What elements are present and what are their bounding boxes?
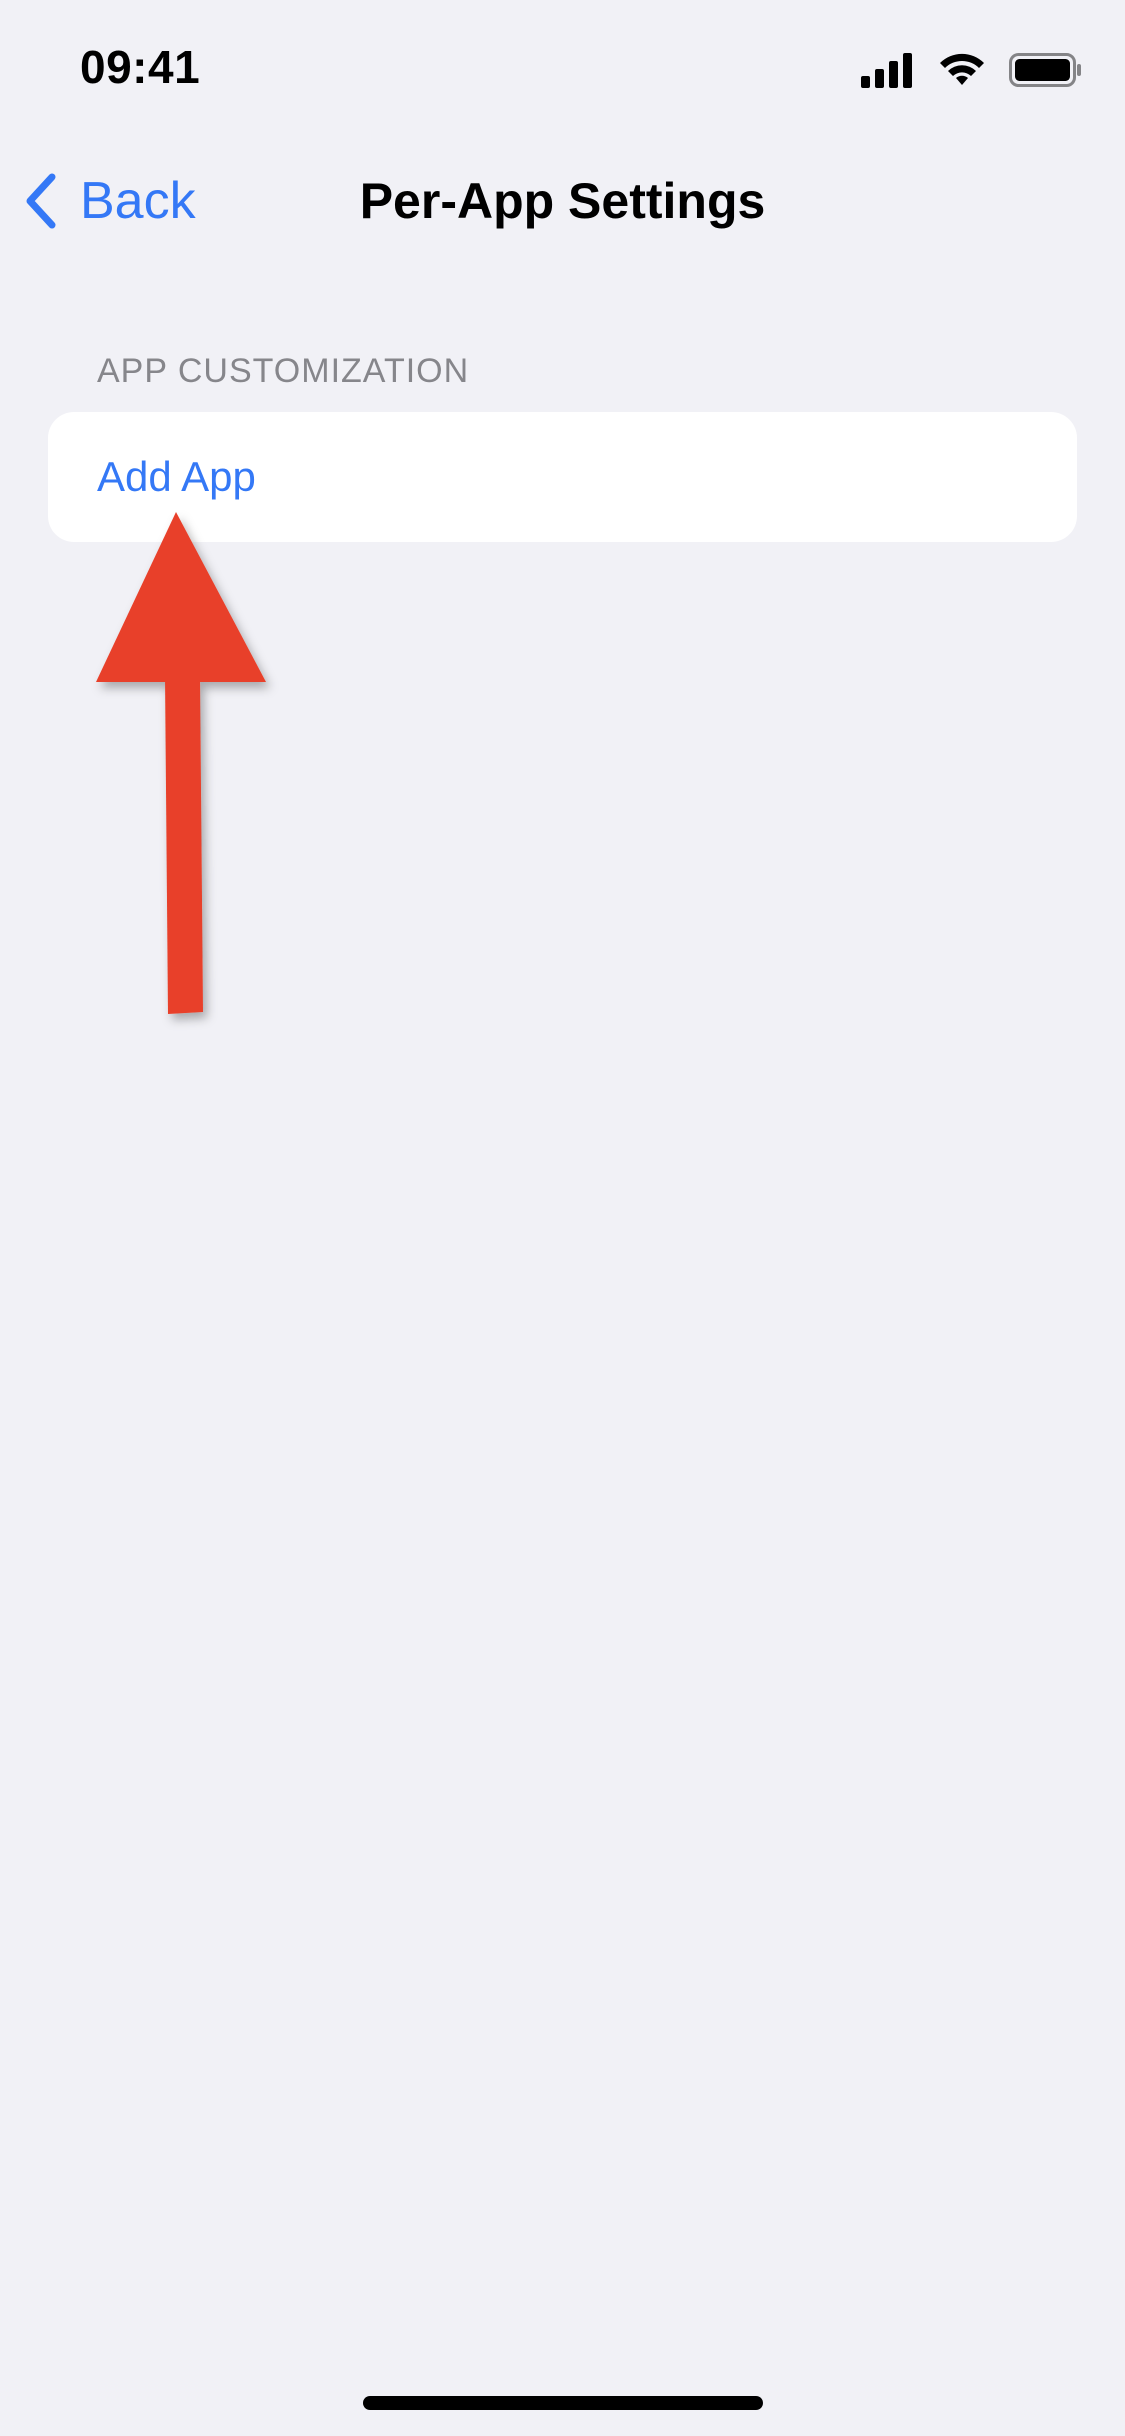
add-app-label: Add App — [97, 453, 256, 500]
section-header: APP CUSTOMIZATION — [97, 352, 470, 390]
status-icons — [859, 50, 1083, 90]
screen: 09:41 Back Per-App Settings APP CUSTOMIZ… — [0, 0, 1125, 2436]
home-indicator[interactable] — [363, 2396, 763, 2410]
cellular-signal-icon — [861, 53, 912, 88]
battery-icon — [1009, 53, 1081, 87]
page-title: Per-App Settings — [359, 173, 766, 229]
status-time: 09:41 — [80, 41, 201, 93]
navigation-bar: Back Per-App Settings — [0, 150, 1125, 250]
status-bar: 09:41 — [0, 0, 1125, 140]
add-app-button[interactable]: Add App — [48, 412, 1077, 542]
settings-group: Add App — [48, 412, 1077, 542]
wifi-icon — [940, 53, 984, 85]
